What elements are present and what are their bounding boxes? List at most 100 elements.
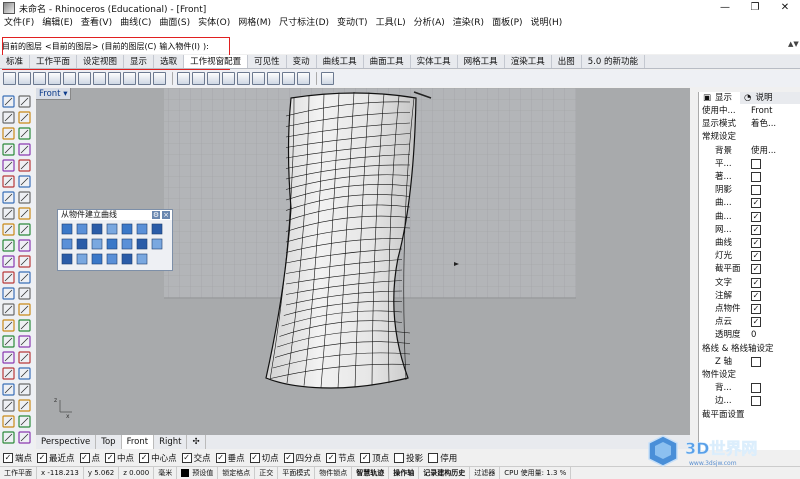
shaded-view-icon[interactable] — [252, 72, 265, 85]
extract-points-icon[interactable] — [106, 253, 118, 265]
menu-file[interactable]: 文件(F) — [0, 16, 38, 30]
osnap-option[interactable]: ✓ 顶点 — [360, 452, 389, 464]
osnap-checkbox[interactable]: ✓ — [139, 453, 150, 463]
osnap-option[interactable]: ✓ 交点 — [181, 452, 211, 464]
setting-row[interactable]: 物件设定 — [699, 369, 799, 381]
named-view-icon[interactable] — [297, 72, 310, 85]
setting-checkbox[interactable] — [751, 396, 761, 407]
setting-value[interactable]: 0 — [751, 329, 756, 341]
section-icon[interactable] — [151, 223, 163, 235]
osnap-option[interactable]: ✓ 切点 — [249, 452, 279, 464]
new-page-icon[interactable] — [177, 72, 190, 85]
maximize-button[interactable]: ❐ — [740, 0, 770, 16]
osnap-option[interactable]: ✓ 最近点 — [37, 452, 75, 464]
viewport-menu-icon[interactable]: ▾ — [63, 89, 67, 99]
tab-help-panel[interactable]: ◔ 说明 — [740, 92, 780, 104]
osnap-option[interactable]: 停用 — [428, 452, 457, 464]
osnap-checkbox[interactable]: ✓ — [326, 453, 337, 463]
setting-checkbox[interactable]: ✓ — [751, 264, 761, 275]
curve-from-objects-panel[interactable]: 从物件建立曲线 ⚙ × — [57, 209, 173, 271]
menu-surface[interactable]: 曲面(S) — [155, 16, 194, 30]
panel-close-icon[interactable]: × — [162, 211, 170, 219]
tab-drafting[interactable]: 出图 — [552, 55, 582, 68]
menu-tools[interactable]: 工具(L) — [372, 16, 410, 30]
osnap-option[interactable]: ✓ 中心点 — [139, 452, 177, 464]
maximize-viewport-icon[interactable] — [78, 72, 91, 85]
setting-checkbox[interactable]: ✓ — [751, 238, 761, 248]
panel-gear-icon[interactable]: ⚙ — [152, 211, 160, 219]
tab-solid-tools[interactable]: 实体工具 — [411, 55, 458, 68]
four-viewports-icon[interactable] — [48, 72, 61, 85]
osnap-option[interactable]: 投影 — [394, 452, 423, 464]
print-icon[interactable] — [321, 72, 334, 85]
status-planar[interactable]: 平面模式 — [278, 466, 316, 479]
tab-set-view[interactable]: 设定视图 — [77, 55, 125, 68]
tab-display[interactable]: 显示 — [124, 55, 155, 68]
osnap-checkbox[interactable]: ✓ — [37, 453, 48, 463]
status-osnap[interactable]: 物件锁点 — [315, 466, 353, 479]
osnap-option[interactable]: ✓ 中点 — [105, 452, 134, 464]
setting-checkbox[interactable] — [751, 356, 761, 367]
setting-row[interactable]: 网... ✓ — [699, 224, 799, 236]
setting-row[interactable]: 截平面 ✓ — [699, 263, 799, 275]
setting-row[interactable]: 文字 ✓ — [699, 277, 799, 289]
mesh-outline-icon[interactable] — [121, 253, 133, 265]
status-smarttrack[interactable]: 智慧轨迹 — [352, 466, 390, 479]
setting-row[interactable]: 曲... ✓ — [699, 211, 799, 223]
tab-mesh-tools[interactable]: 网格工具 — [458, 55, 505, 68]
silhouette-icon[interactable] — [61, 238, 73, 250]
setting-checkbox[interactable]: ✓ — [751, 224, 761, 235]
menu-help[interactable]: 说明(H) — [527, 16, 567, 30]
split-vertical-icon[interactable] — [18, 72, 31, 85]
tab-perspective[interactable]: Perspective — [36, 435, 97, 449]
setting-checkbox[interactable]: ✓ — [751, 317, 761, 328]
print-setup-icon[interactable] — [237, 72, 250, 85]
setting-checkbox[interactable]: ✓ — [751, 211, 761, 222]
osnap-checkbox[interactable]: ✓ — [79, 453, 90, 463]
setting-value[interactable]: 着色... — [751, 118, 776, 130]
tab-right[interactable]: Right — [154, 435, 188, 449]
divide-icon[interactable] — [76, 253, 88, 265]
setting-row[interactable]: 显示模式 着色... — [699, 118, 799, 130]
setting-row[interactable]: 点物件 ✓ — [699, 303, 799, 315]
split-horizontal-icon[interactable] — [33, 72, 46, 85]
detail-view-icon[interactable] — [207, 72, 220, 85]
menu-edit[interactable]: 编辑(E) — [38, 16, 77, 30]
rendered-view-icon[interactable] — [282, 72, 295, 85]
panel-tool-grid[interactable] — [58, 221, 172, 271]
menu-mesh[interactable]: 网格(M) — [234, 16, 275, 30]
setting-checkbox[interactable]: ✓ — [751, 251, 761, 262]
three-viewports-icon[interactable] — [63, 72, 76, 85]
close-button[interactable]: ✕ — [770, 0, 800, 16]
tab-transform[interactable]: 变动 — [287, 55, 317, 68]
setting-row[interactable]: 点云 ✓ — [699, 316, 799, 328]
osnap-checkbox[interactable]: ✓ — [3, 453, 13, 463]
setting-row[interactable]: 曲线 ✓ — [699, 237, 799, 249]
setting-checkbox[interactable]: ✓ — [751, 304, 761, 314]
setting-row[interactable]: 常规设定 — [699, 131, 799, 143]
menu-render[interactable]: 渲染(R) — [449, 16, 488, 30]
tab-standard[interactable]: 标准 — [0, 55, 31, 68]
status-grid-snap[interactable]: 锁定格点 — [218, 466, 256, 479]
setting-row[interactable]: 格线 & 格线轴设定 — [699, 343, 799, 355]
command-input[interactable] — [213, 40, 800, 52]
viewport-layout-icon[interactable] — [3, 72, 16, 85]
menu-dimension[interactable]: 尺寸标注(D) — [275, 16, 333, 30]
status-gumball[interactable]: 操作轴 — [389, 466, 420, 479]
setting-row[interactable]: 透明度 0 — [699, 329, 799, 341]
ghosted-view-icon[interactable] — [267, 72, 280, 85]
duplicate-border-icon[interactable] — [76, 223, 88, 235]
setting-checkbox[interactable] — [751, 158, 761, 169]
menu-curve[interactable]: 曲线(C) — [116, 16, 155, 30]
menu-solid[interactable]: 实体(O) — [194, 16, 234, 30]
osnap-checkbox[interactable]: ✓ — [360, 453, 371, 463]
status-filter[interactable]: 过滤器 — [470, 466, 501, 479]
osnap-option[interactable]: ✓ 点 — [79, 452, 100, 464]
minimize-button[interactable]: — — [710, 0, 740, 16]
add-viewport-icon[interactable]: ✣ — [187, 435, 206, 449]
tab-visibility[interactable]: 可见性 — [248, 55, 287, 68]
status-cplane[interactable]: 工作平面 — [0, 466, 37, 479]
tab-cplanes[interactable]: 工作平面 — [30, 55, 78, 68]
intersect-icon[interactable] — [106, 238, 118, 250]
setting-row[interactable]: 阴影 — [699, 184, 799, 196]
